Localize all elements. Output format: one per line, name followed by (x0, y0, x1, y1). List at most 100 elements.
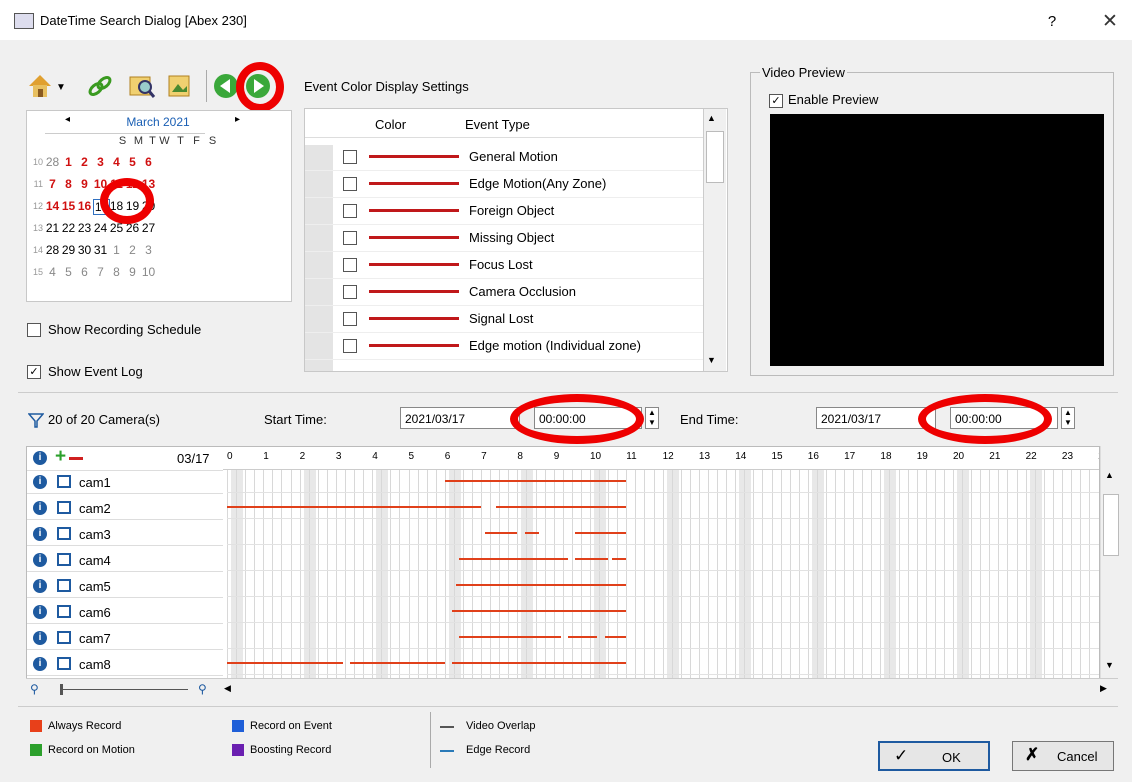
day-cell[interactable]: 7 (93, 265, 108, 279)
recording-segment[interactable] (459, 558, 569, 560)
info-icon[interactable]: i (33, 579, 47, 593)
link-icon[interactable] (86, 72, 114, 100)
camera-row[interactable]: i cam3 (27, 522, 223, 546)
day-cell[interactable]: 1 (109, 243, 124, 257)
recording-segment[interactable] (484, 532, 518, 534)
day-cell[interactable]: 8 (61, 177, 76, 191)
day-cell[interactable]: 3 (93, 155, 108, 169)
recording-segment[interactable] (524, 532, 540, 534)
event-checkbox[interactable] (343, 312, 357, 326)
info-icon[interactable]: i (33, 605, 47, 619)
camera-row[interactable]: i cam6 (27, 600, 223, 624)
recording-segment[interactable] (452, 662, 627, 664)
info-icon[interactable]: i (33, 657, 47, 671)
chevron-down-icon[interactable]: ▼ (56, 82, 66, 93)
recording-segment[interactable] (568, 636, 598, 638)
event-color-swatch[interactable] (369, 155, 459, 158)
event-color-swatch[interactable] (369, 182, 459, 185)
camera-row[interactable]: i cam5 (27, 574, 223, 598)
event-checkbox[interactable] (343, 150, 357, 164)
info-icon[interactable]: i (33, 631, 47, 645)
event-table-scrollbar[interactable]: ▲ ▼ (703, 109, 726, 371)
info-icon[interactable]: i (33, 501, 47, 515)
event-color-swatch[interactable] (369, 236, 459, 239)
end-time-stepper[interactable]: ▲ ▼ (1061, 407, 1075, 429)
start-date-input[interactable]: 2021/03/17 (400, 407, 520, 429)
timeline-vertical-scrollbar[interactable]: ▲ ▼ (1100, 446, 1119, 678)
event-color-swatch[interactable] (369, 263, 459, 266)
ok-button[interactable]: ✓ OK (878, 741, 990, 771)
event-checkbox[interactable] (343, 258, 357, 272)
recording-segment[interactable] (575, 558, 609, 560)
zoom-slider-handle[interactable] (60, 684, 63, 695)
info-icon[interactable]: i (33, 451, 47, 465)
day-cell[interactable]: 21 (45, 221, 60, 235)
calendar-next-button[interactable]: ▸ (235, 114, 240, 125)
day-cell[interactable]: 29 (61, 243, 76, 257)
search-image-icon[interactable] (128, 72, 156, 100)
calendar-prev-button[interactable]: ◂ (65, 114, 70, 125)
day-cell[interactable]: 28 (45, 243, 60, 257)
recording-segment[interactable] (611, 558, 627, 560)
image-export-icon[interactable] (166, 72, 194, 100)
timeline-horizontal-scrollbar[interactable]: ⚲ ⚲ ◀ ▶ (26, 678, 1118, 701)
recording-grid[interactable] (227, 470, 1099, 679)
event-color-table[interactable]: Color Event Type General Motion Edge Mot… (304, 108, 728, 372)
day-cell[interactable]: 1 (61, 155, 76, 169)
day-cell[interactable]: 23 (77, 221, 92, 235)
table-row[interactable]: Focus Lost (305, 251, 703, 279)
recording-segment[interactable] (459, 636, 561, 638)
event-color-swatch[interactable] (369, 209, 459, 212)
event-checkbox[interactable] (343, 204, 357, 218)
event-color-swatch[interactable] (369, 290, 459, 293)
day-cell[interactable]: 4 (45, 265, 60, 279)
zoom-in-icon[interactable]: ⚲ (198, 682, 207, 696)
scroll-up-icon[interactable]: ▲ (707, 113, 716, 123)
scroll-right-icon[interactable]: ▶ (1100, 683, 1107, 694)
recording-segment[interactable] (350, 662, 445, 664)
info-icon[interactable]: i (33, 553, 47, 567)
info-icon[interactable]: i (33, 475, 47, 489)
info-icon[interactable]: i (33, 527, 47, 541)
recording-segment[interactable] (227, 506, 482, 508)
recording-segment[interactable] (452, 610, 627, 612)
day-cell[interactable]: 7 (45, 177, 60, 191)
day-cell[interactable]: 8 (109, 265, 124, 279)
camera-row[interactable]: i cam1 (27, 470, 223, 494)
day-cell[interactable]: 9 (77, 177, 92, 191)
recording-segment[interactable] (227, 662, 344, 664)
day-cell[interactable]: 16 (77, 199, 92, 213)
table-row[interactable]: Camera Occlusion (305, 278, 703, 306)
scroll-left-icon[interactable]: ◀ (224, 683, 231, 694)
event-checkbox[interactable] (343, 231, 357, 245)
scroll-thumb[interactable] (706, 131, 724, 183)
table-row[interactable]: Edge motion (Individual zone) (305, 332, 703, 360)
day-cell[interactable]: 30 (77, 243, 92, 257)
zoom-out-icon[interactable]: ⚲ (30, 682, 39, 696)
day-cell[interactable]: 6 (141, 155, 156, 169)
home-icon[interactable] (26, 72, 54, 100)
table-row[interactable]: Missing Object (305, 224, 703, 252)
remove-icon[interactable] (69, 457, 83, 460)
camera-row[interactable]: i cam7 (27, 626, 223, 650)
day-cell[interactable]: 9 (125, 265, 140, 279)
add-icon[interactable]: + (55, 447, 66, 468)
help-button[interactable]: ? (1040, 10, 1064, 34)
day-cell[interactable]: 14 (45, 199, 60, 213)
scroll-up-icon[interactable]: ▲ (1105, 470, 1114, 480)
day-cell[interactable]: 5 (125, 155, 140, 169)
day-cell[interactable]: 27 (141, 221, 156, 235)
enable-preview-checkbox[interactable]: ✓ (769, 94, 783, 108)
day-cell[interactable]: 4 (109, 155, 124, 169)
day-cell[interactable]: 2 (125, 243, 140, 257)
show-event-log-checkbox[interactable]: ✓ (27, 365, 41, 379)
table-row[interactable]: Foreign Object (305, 197, 703, 225)
day-cell[interactable]: 6 (77, 265, 92, 279)
recording-segment[interactable] (604, 636, 627, 638)
filter-icon[interactable] (27, 412, 45, 431)
day-cell[interactable]: 22 (61, 221, 76, 235)
recording-segment[interactable] (455, 584, 627, 586)
cancel-button[interactable]: ✗ Cancel (1012, 741, 1114, 771)
day-cell[interactable]: 28 (45, 155, 60, 169)
table-row[interactable]: General Motion (305, 143, 703, 171)
